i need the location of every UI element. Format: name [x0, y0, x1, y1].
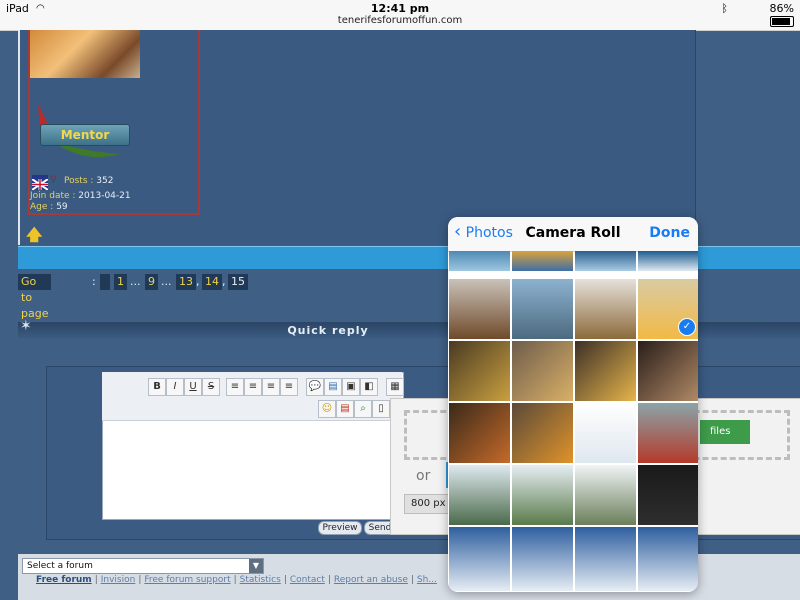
posts-label: Posts: [64, 176, 88, 186]
separator: |: [94, 575, 98, 585]
or-label: or: [416, 468, 431, 484]
dropdown-arrow-icon: ▼: [249, 559, 263, 573]
popover-header: ‹ Photos Camera Roll Done: [448, 217, 698, 252]
status-bar: iPad ◠ 12:41 pm tenerifesforumoffun.com …: [0, 0, 800, 31]
photo-thumbnail[interactable]: [449, 341, 510, 401]
italic-button[interactable]: I: [166, 378, 184, 396]
footer-link-contact[interactable]: Contact: [290, 575, 325, 585]
photo-thumbnail[interactable]: [512, 465, 573, 525]
photo-thumbnail[interactable]: [449, 465, 510, 525]
footer-link-support[interactable]: Free forum support: [144, 575, 230, 585]
page-link-13[interactable]: 13: [176, 274, 196, 290]
footer-link-invision[interactable]: Invision: [101, 575, 136, 585]
bold-button[interactable]: B: [148, 378, 166, 396]
photo-thumbnail[interactable]: [449, 251, 510, 271]
goto-page-dropdown[interactable]: Go to page ˅: [18, 274, 52, 336]
photo-thumbnail[interactable]: [575, 403, 636, 463]
preview-button[interactable]: Preview: [318, 521, 362, 535]
photo-thumbnail[interactable]: [575, 251, 636, 271]
photo-thumbnail[interactable]: [575, 279, 636, 339]
separator: |: [233, 575, 237, 585]
code-icon[interactable]: ▤: [324, 378, 342, 396]
rank-badge: Mentor: [40, 124, 130, 146]
quote-icon[interactable]: 💬: [306, 378, 324, 396]
photo-thumbnail[interactable]: [638, 403, 698, 463]
photo-thumbnail[interactable]: [449, 527, 510, 591]
photo-thumbnail[interactable]: [512, 251, 573, 271]
join-date-value: 2013-04-21: [78, 191, 131, 201]
table-icon[interactable]: ▦: [386, 378, 404, 396]
photo-thumbnail[interactable]: [449, 279, 510, 339]
comma: ,: [196, 275, 200, 288]
align-left-icon[interactable]: ≡: [226, 378, 244, 396]
gender-icon: ♀: [50, 175, 57, 185]
strike-button[interactable]: S: [202, 378, 220, 396]
photo-thumbnail[interactable]: [638, 251, 698, 271]
page-current: 15: [228, 274, 248, 290]
ellipsis: ...: [130, 275, 141, 288]
photo-thumbnail[interactable]: [512, 341, 573, 401]
forum-select-value: Select a forum: [27, 561, 93, 571]
photo-grid: ✓: [448, 251, 698, 592]
photo-thumbnail[interactable]: [512, 403, 573, 463]
comma: ,: [222, 275, 226, 288]
address-bar[interactable]: tenerifesforumoffun.com: [0, 15, 800, 26]
footer-link-report-abuse[interactable]: Report an abuse: [334, 575, 408, 585]
age: Age : 59: [30, 202, 68, 212]
photo-thumbnail[interactable]: [575, 527, 636, 591]
align-center-icon[interactable]: ≡: [244, 378, 262, 396]
pagination-separator: :: [92, 275, 96, 288]
footer-links: Free forum | Invision | Free forum support | S…: [36, 575, 437, 585]
join-date: Join date : 2013-04-21: [30, 191, 131, 201]
join-date-label: Join date: [30, 191, 70, 201]
photo-thumbnail[interactable]: [638, 527, 698, 591]
photo-thumbnail[interactable]: [512, 279, 573, 339]
quick-reply-icon: ✶: [20, 318, 32, 334]
underline-button[interactable]: U: [184, 378, 202, 396]
justify-icon[interactable]: ≡: [280, 378, 298, 396]
document-icon[interactable]: ▯: [372, 400, 390, 418]
separator: |: [283, 575, 287, 585]
uk-flag-icon: [31, 175, 49, 191]
date-icon[interactable]: ▤: [336, 400, 354, 418]
battery-icon: [770, 16, 794, 27]
separator: |: [410, 575, 414, 585]
spoiler-icon[interactable]: ▣: [342, 378, 360, 396]
page-spacer: [100, 274, 110, 290]
search-icon[interactable]: ⌕: [354, 400, 372, 418]
posts-value: 352: [96, 176, 114, 186]
choose-files-button[interactable]: files: [700, 420, 750, 444]
forum-select[interactable]: Select a forum ▼: [22, 558, 264, 574]
bluetooth-icon: ᛒ: [721, 2, 728, 15]
page-link-14[interactable]: 14: [202, 274, 222, 290]
done-button[interactable]: Done: [649, 225, 690, 241]
age-label: Age: [30, 202, 48, 212]
ellipsis: ...: [161, 275, 172, 288]
photo-thumbnail[interactable]: [575, 465, 636, 525]
footer-link-statistics[interactable]: Statistics: [240, 575, 281, 585]
editor-toolbar: B I U S ≡ ≡ ≡ ≡ 💬 ▤ ▣ ◧ ▦ ☺ ▤ ⌕ ▯: [102, 372, 404, 421]
footer-link-more[interactable]: Sh...: [417, 575, 437, 585]
emoji-icon[interactable]: ☺: [318, 400, 336, 418]
hide-icon[interactable]: ◧: [360, 378, 378, 396]
selected-check-icon: ✓: [678, 318, 696, 336]
separator: |: [327, 575, 331, 585]
page-link-9[interactable]: 9: [145, 274, 158, 290]
posts-count: Posts : 352: [64, 176, 114, 186]
battery-level: 86%: [769, 2, 794, 15]
photo-thumbnail[interactable]: [638, 465, 698, 525]
footer-link-free-forum[interactable]: Free forum: [36, 575, 92, 585]
age-value: 59: [56, 202, 68, 212]
avatar[interactable]: [30, 30, 140, 78]
photo-thumbnail[interactable]: ✓: [638, 279, 698, 339]
photo-thumbnail[interactable]: [512, 527, 573, 591]
align-right-icon[interactable]: ≡: [262, 378, 280, 396]
photo-thumbnail[interactable]: [575, 341, 636, 401]
clock: 12:41 pm: [370, 2, 430, 15]
goto-page-label: Go to page: [21, 275, 49, 320]
page-link-1[interactable]: 1: [114, 274, 127, 290]
photo-thumbnail[interactable]: [638, 341, 698, 401]
photo-thumbnail[interactable]: [449, 403, 510, 463]
photo-picker-popover: ‹ Photos Camera Roll Done ✓: [448, 217, 698, 592]
